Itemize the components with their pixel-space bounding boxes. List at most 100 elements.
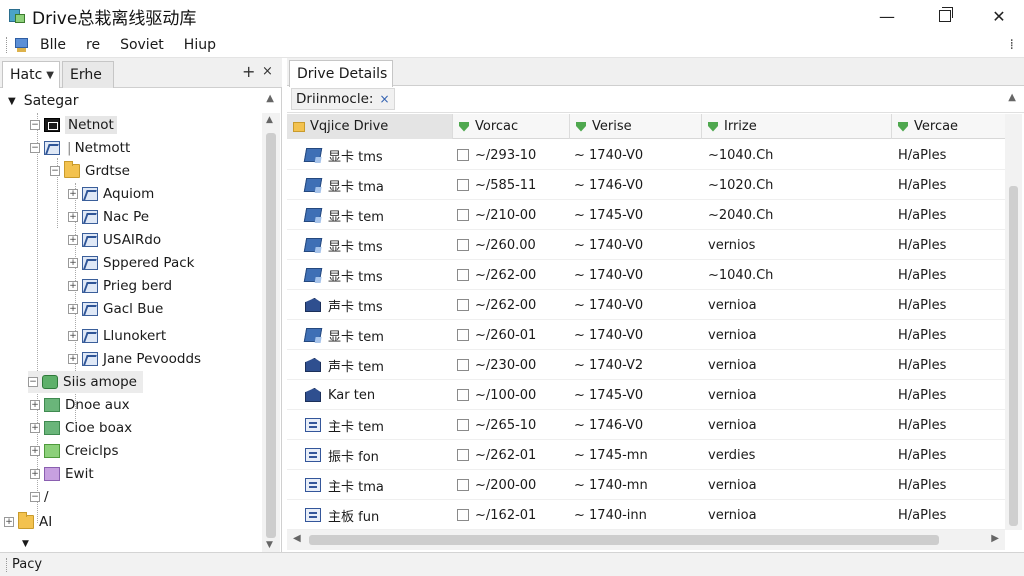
expand-icon[interactable]: + [68, 354, 78, 364]
column-header-vercae[interactable]: Vercae [892, 114, 1005, 139]
scroll-thumb[interactable] [266, 133, 276, 538]
column-header-vorcac[interactable]: Vorcac [453, 114, 570, 139]
column-header-verise[interactable]: Verise [570, 114, 702, 139]
row-checkbox[interactable] [457, 419, 469, 431]
close-panel-button[interactable]: × [262, 64, 273, 79]
table-row[interactable]: 显卡 tms ~/260.00 ~ 1740-V0 vernios H/aPles [287, 230, 1005, 260]
tree-item-jane-pevoodds[interactable]: + Jane Pevoodds [68, 348, 201, 370]
tree-item-prieg-berd[interactable]: + Prieg berd [68, 275, 172, 297]
expand-icon[interactable]: + [30, 423, 40, 433]
row-checkbox[interactable] [457, 479, 469, 491]
left-scrollbar[interactable]: ▲ ▼ [262, 113, 280, 552]
tab-erhe[interactable]: Erhe [62, 61, 114, 88]
column-header-irrize[interactable]: Irrize [702, 114, 892, 139]
tree-item-grdtse[interactable]: − Grdtse [50, 160, 130, 182]
row-checkbox[interactable] [457, 299, 469, 311]
tree-item-gacl-bue[interactable]: + Gacl Bue [68, 298, 163, 320]
minimize-icon: — [879, 6, 895, 26]
tree-item-ai[interactable]: + AI [4, 511, 52, 533]
scroll-down-icon[interactable]: ▼ [266, 540, 273, 550]
maximize-button[interactable] [922, 0, 968, 32]
expand-icon[interactable]: + [68, 189, 78, 199]
table-row[interactable]: 声卡 tms ~/262-00 ~ 1740-V0 vernioa H/aPles [287, 290, 1005, 320]
scroll-right-icon[interactable]: ▶ [991, 533, 999, 544]
expand-icon[interactable]: − [28, 377, 38, 387]
expand-icon[interactable]: + [68, 212, 78, 222]
tree-item-netnot[interactable]: − Netnot [30, 114, 117, 136]
scroll-up-icon[interactable]: ▲ [266, 93, 274, 104]
tree-item-nac-pe[interactable]: + Nac Pe [68, 206, 149, 228]
expand-icon[interactable]: + [68, 235, 78, 245]
menu-item-edit[interactable]: re [76, 37, 110, 53]
table-row[interactable]: 显卡 tem ~/210-00 ~ 1745-V0 ~2040.Ch H/aPles [287, 200, 1005, 230]
row-checkbox[interactable] [457, 149, 469, 161]
expand-icon[interactable]: − [30, 143, 40, 153]
table-row[interactable]: 显卡 tem ~/260-01 ~ 1740-V0 vernioa H/aPles [287, 320, 1005, 350]
tab-drive-details[interactable]: Drive Details [289, 60, 393, 87]
minimize-button[interactable]: — [864, 0, 910, 32]
tree-item-siis-amope[interactable]: − Siis amope [28, 371, 143, 393]
row-checkbox[interactable] [457, 239, 469, 251]
row-checkbox[interactable] [457, 269, 469, 281]
tab-hatc[interactable]: Hatc ▼ [2, 61, 60, 88]
menu-item-file[interactable]: Blle [30, 37, 76, 53]
expand-icon[interactable]: + [68, 304, 78, 314]
collapse-icon[interactable]: ▼ [8, 96, 16, 107]
add-tab-button[interactable]: + [242, 62, 255, 81]
expand-icon[interactable]: − [30, 492, 40, 502]
expand-icon[interactable]: − [50, 166, 60, 176]
right-vertical-scrollbar[interactable] [1005, 114, 1022, 530]
table-row[interactable]: 振卡 fon ~/262-01 ~ 1745-mn verdies H/aPles [287, 440, 1005, 470]
table-row[interactable]: 声卡 tem ~/230-00 ~ 1740-V2 vernioa H/aPles [287, 350, 1005, 380]
table-row[interactable]: 主卡 tem ~/265-10 ~ 1746-V0 vernioa H/aPles [287, 410, 1005, 440]
scroll-thumb[interactable] [1009, 186, 1018, 526]
row-checkbox[interactable] [457, 449, 469, 461]
row-checkbox[interactable] [457, 359, 469, 371]
expand-icon[interactable]: + [68, 281, 78, 291]
column-header-drive[interactable]: Vqjice Drive [287, 114, 453, 139]
filter-chip[interactable]: Driinmocle: × [291, 88, 395, 110]
menu-item-view[interactable]: Soviet [110, 37, 174, 53]
close-icon[interactable]: × [379, 92, 389, 106]
tree-header[interactable]: ▼ Sategar ▲ [0, 89, 282, 113]
tree-item-ewit[interactable]: + Ewit [30, 463, 94, 485]
row-checkbox[interactable] [457, 509, 469, 521]
expand-icon[interactable]: + [30, 400, 40, 410]
menu-item-help[interactable]: Hiup [174, 37, 226, 53]
tree-item-cioe-boax[interactable]: + Cioe boax [30, 417, 132, 439]
scroll-up-icon[interactable]: ▲ [1008, 92, 1016, 103]
table-row[interactable]: 主板 fun ~/162-01 ~ 1740-inn vernioa H/aPles [287, 500, 1005, 530]
row-checkbox[interactable] [457, 329, 469, 341]
expand-icon[interactable]: − [30, 120, 40, 130]
tree-item-netmott[interactable]: − | Netmott [30, 137, 133, 159]
tree-item-sppered-pack[interactable]: + Sppered Pack [68, 252, 194, 274]
tree-item-llunokert[interactable]: + Llunokert [68, 325, 166, 347]
expand-icon[interactable]: + [4, 517, 14, 527]
table-row[interactable]: Kar ten ~/100-00 ~ 1745-V0 vernioa H/aPles [287, 380, 1005, 410]
overflow-icon[interactable]: ⁞ [1010, 37, 1014, 53]
expand-icon[interactable]: + [30, 469, 40, 479]
table-row[interactable]: 显卡 tms ~/293-10 ~ 1740-V0 ~1040.Ch H/aPles [287, 140, 1005, 170]
tree-item-aquiom[interactable]: + Aquiom [68, 183, 154, 205]
row-checkbox[interactable] [457, 389, 469, 401]
close-button[interactable]: ✕ [976, 0, 1022, 32]
scroll-up-icon[interactable]: ▲ [266, 115, 273, 125]
cell-verise: ~ 1740-V2 [574, 357, 644, 373]
tree-item-slash[interactable]: − / [30, 486, 49, 508]
table-row[interactable]: 主卡 tma ~/200-00 ~ 1740-mn vernioa H/aPles [287, 470, 1005, 500]
horizontal-scrollbar[interactable]: ◀ ▶ [287, 530, 1005, 550]
tree-item-usairdo[interactable]: + USAIRdo [68, 229, 161, 251]
scroll-left-icon[interactable]: ◀ [293, 533, 301, 544]
more-icon[interactable]: ▼ [22, 533, 29, 552]
expand-icon[interactable]: + [30, 446, 40, 456]
scroll-thumb[interactable] [309, 535, 939, 545]
table-row[interactable]: 显卡 tma ~/585-11 ~ 1746-V0 ~1020.Ch H/aPles [287, 170, 1005, 200]
expand-icon[interactable]: + [68, 331, 78, 341]
tree-item-creiclps[interactable]: + Creiclps [30, 440, 119, 462]
row-checkbox[interactable] [457, 209, 469, 221]
tab-dropdown-icon[interactable]: ▼ [46, 70, 54, 81]
expand-icon[interactable]: + [68, 258, 78, 268]
row-checkbox[interactable] [457, 179, 469, 191]
tree-item-dnoe-aux[interactable]: + Dnoe aux [30, 394, 130, 416]
table-row[interactable]: 显卡 tms ~/262-00 ~ 1740-V0 ~1040.Ch H/aPles [287, 260, 1005, 290]
